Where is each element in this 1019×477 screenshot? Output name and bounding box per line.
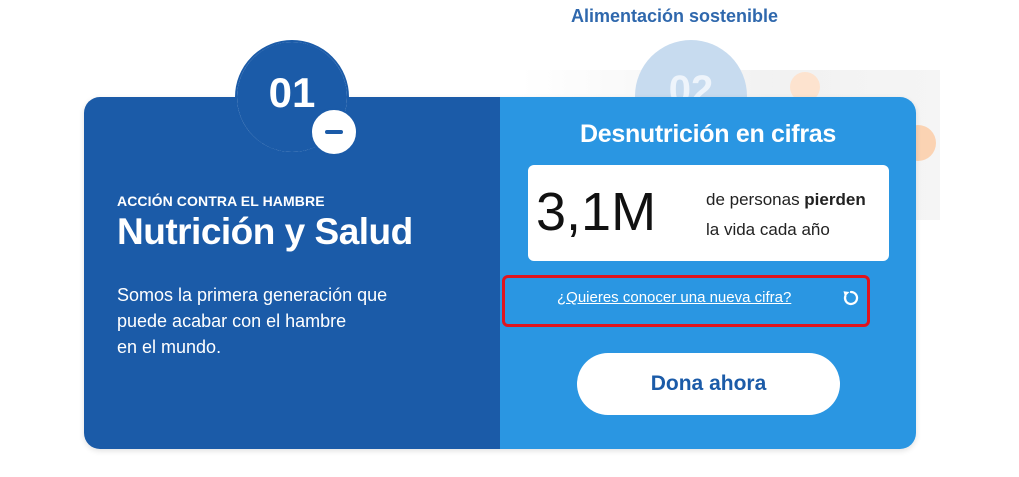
stat-text-bold: pierden — [804, 190, 866, 209]
right-panel: Desnutrición en cifras 3,1M de personas … — [500, 97, 916, 449]
stat-value: 3,1M — [536, 182, 657, 242]
collapse-button[interactable] — [310, 108, 358, 156]
minus-icon — [325, 130, 343, 134]
stat-text-line2: la vida cada año — [706, 220, 830, 239]
stat-text-prefix: de personas — [706, 190, 805, 209]
new-figure-link[interactable]: ¿Quieres conocer una nueva cifra? — [557, 289, 791, 306]
stat-description: de personas pierden la vida cada año — [706, 185, 866, 245]
next-section-label[interactable]: Alimentación sostenible — [571, 6, 778, 27]
section-card: ACCIÓN CONTRA EL HAMBRE Nutrición y Salu… — [84, 97, 916, 449]
description-line: puede acabar con el hambre — [117, 311, 347, 331]
description-line: Somos la primera generación que — [117, 285, 388, 305]
eyebrow-label: ACCIÓN CONTRA EL HAMBRE — [117, 193, 325, 209]
donate-button[interactable]: Dona ahora — [577, 353, 840, 415]
stats-title: Desnutrición en cifras — [580, 120, 836, 148]
section-description: Somos la primera generación que puede ac… — [117, 282, 457, 360]
section-title: Nutrición y Salud — [117, 211, 413, 252]
stat-box: 3,1M de personas pierden la vida cada añ… — [528, 165, 889, 261]
description-line: en el mundo. — [117, 337, 222, 357]
refresh-icon[interactable] — [842, 289, 860, 307]
